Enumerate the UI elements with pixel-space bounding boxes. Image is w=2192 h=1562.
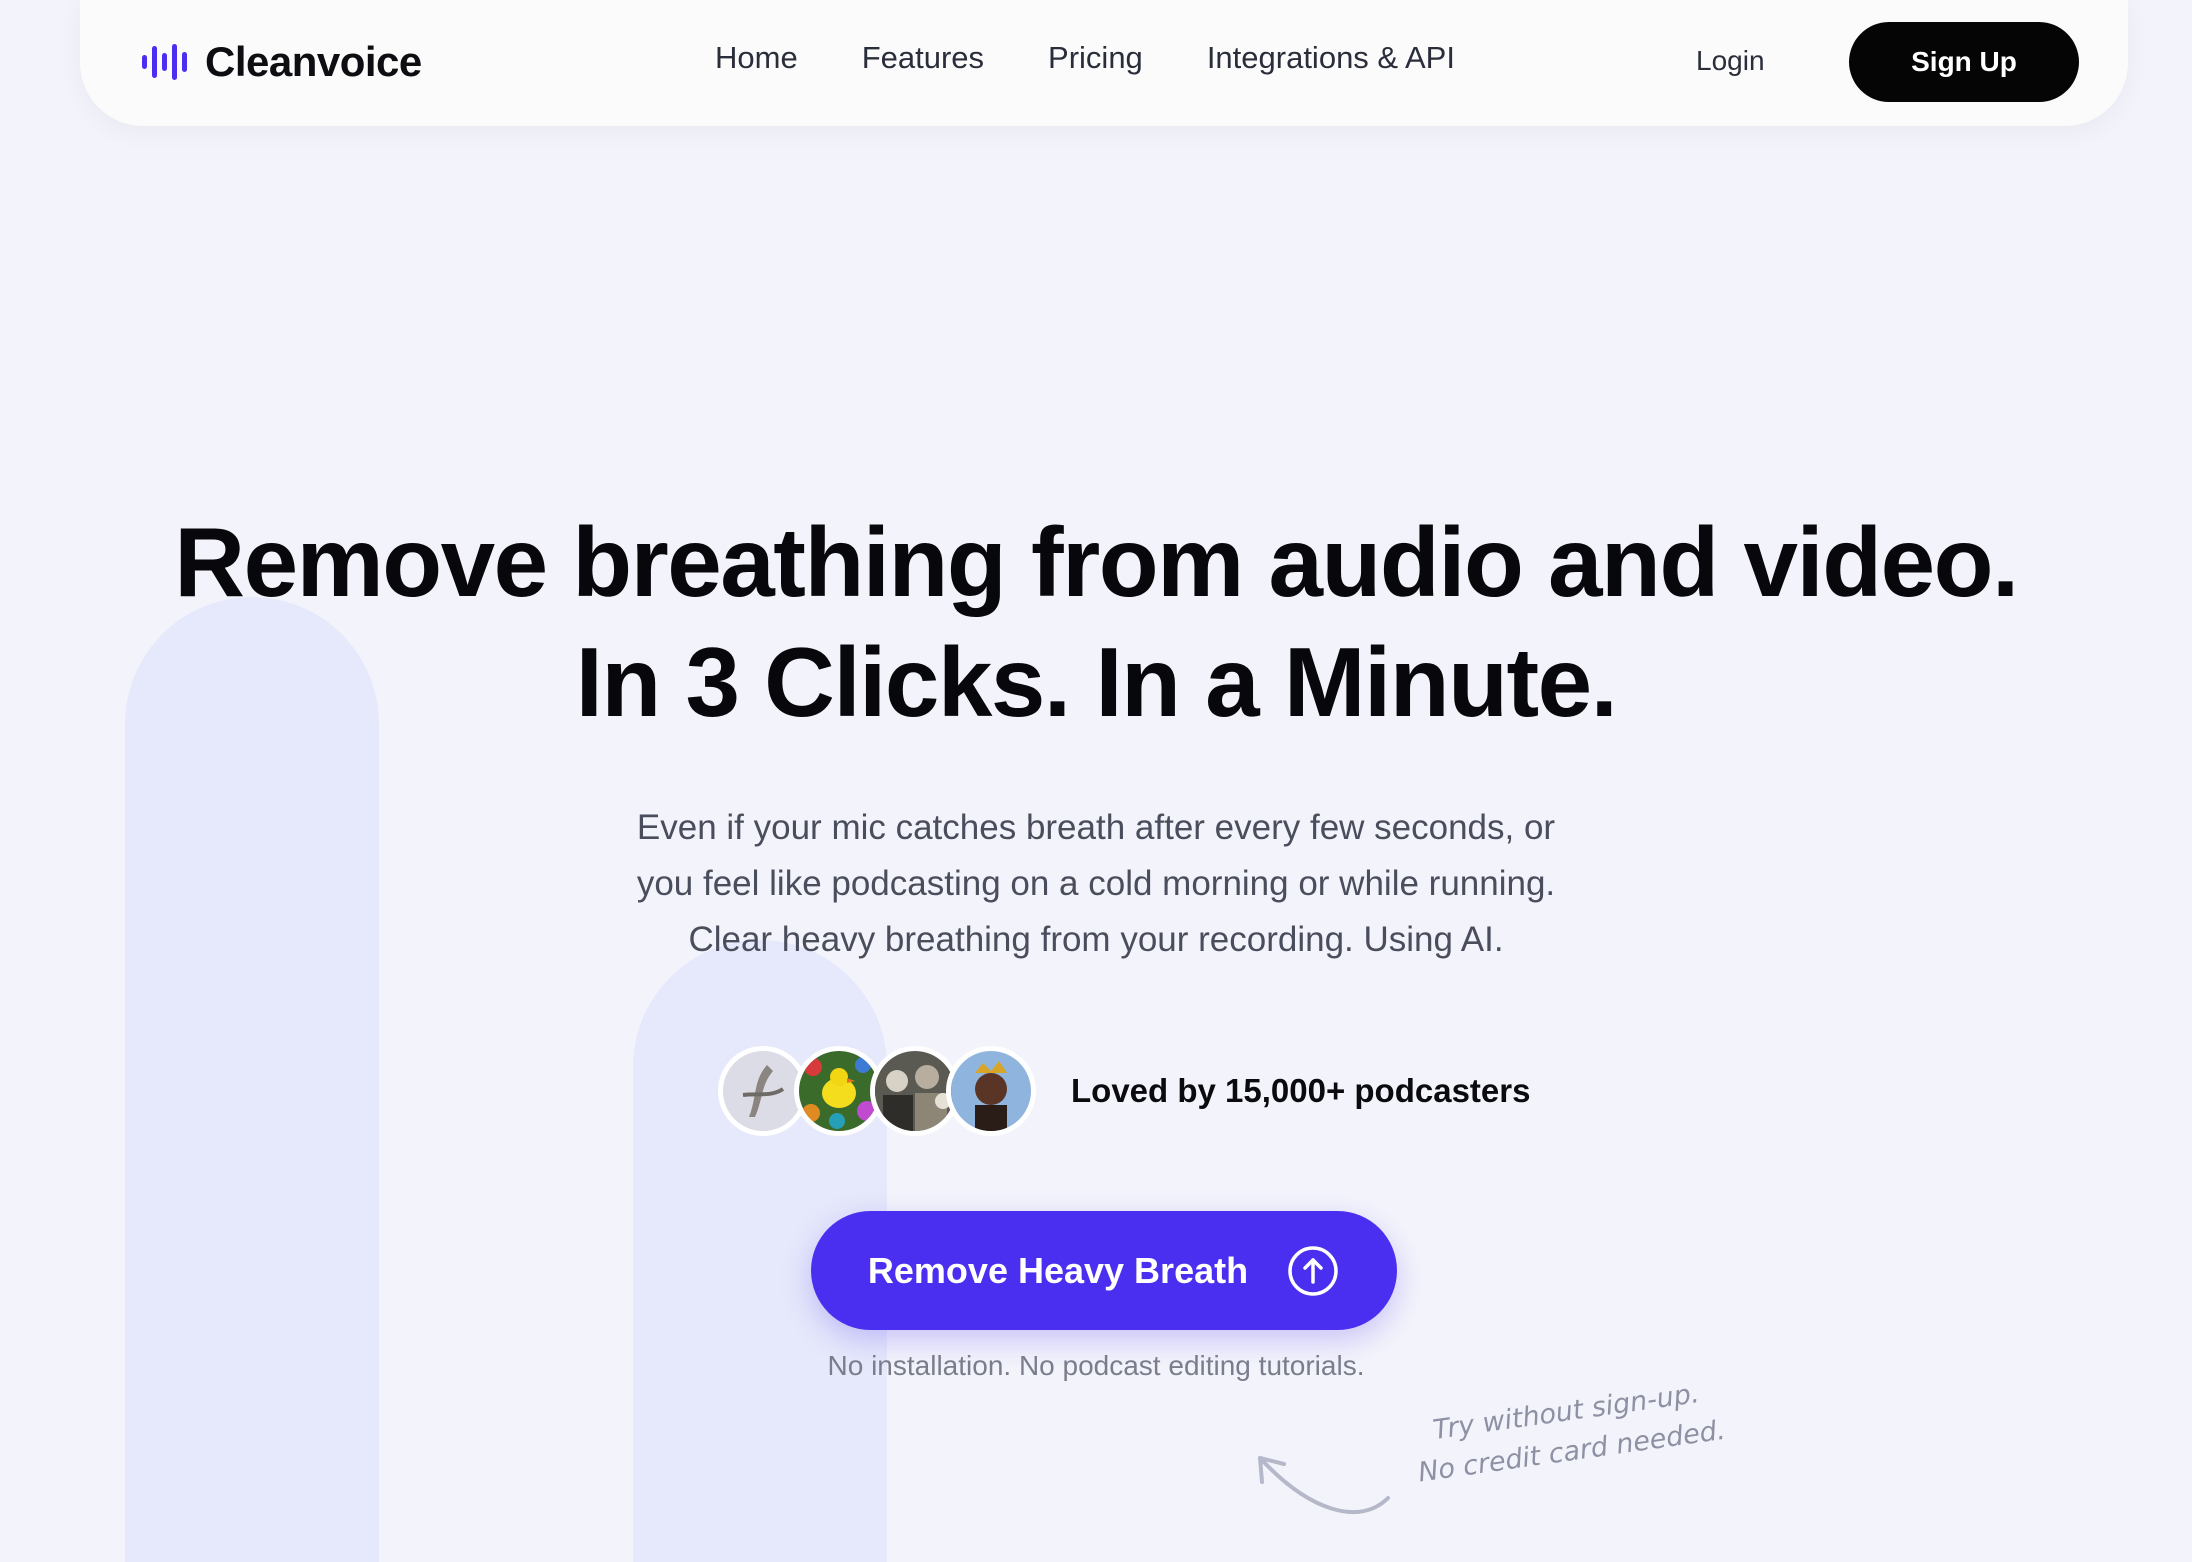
headline-line-2: In 3 Clicks. In a Minute. — [575, 627, 1618, 737]
cta-label: Remove Heavy Breath — [867, 1249, 1249, 1291]
remove-heavy-breath-button[interactable]: Remove Heavy Breath — [811, 1211, 1397, 1330]
subtext-line-2: you feel like podcasting on a cold morni… — [636, 864, 1556, 903]
nav-integrations-api[interactable]: Integrations & API — [1207, 40, 1455, 76]
logo-text: Cleanvoice — [205, 38, 422, 85]
social-proof-text: Loved by 15,000+ podcasters — [1071, 1072, 1531, 1109]
try-without-signup-note: Try without sign-up. No credit card need… — [1405, 1370, 1733, 1494]
avatar-person — [946, 1046, 1036, 1136]
social-proof: Loved by 15,000+ podcasters — [718, 1046, 1530, 1136]
main-nav: Home Features Pricing Integrations & API — [715, 40, 1519, 76]
upload-arrow-icon — [1288, 1245, 1338, 1296]
nav-features[interactable]: Features — [862, 40, 984, 76]
subtext-line-3: Clear heavy breathing from your recordin… — [688, 920, 1504, 959]
curved-arrow-icon — [1258, 1456, 1390, 1514]
nav-home[interactable]: Home — [715, 40, 798, 76]
hero-subtext: Even if your mic catches breath after ev… — [596, 800, 1596, 968]
nav-pricing[interactable]: Pricing — [1048, 40, 1143, 76]
signup-button[interactable]: Sign Up — [1849, 22, 2079, 102]
cta-note: No installation. No podcast editing tuto… — [827, 1350, 1365, 1381]
landing-page: Cleanvoice Home Features Pricing Integra… — [0, 0, 2192, 1562]
soundwave-logo-icon — [142, 44, 187, 80]
avatar-stack — [718, 1046, 1036, 1136]
hero-headline: Remove breathing from audio and video. I… — [0, 502, 2192, 742]
subtext-line-1: Even if your mic catches breath after ev… — [636, 808, 1556, 847]
logo[interactable]: Cleanvoice — [140, 38, 422, 86]
headline-line-1: Remove breathing from audio and video. — [174, 507, 2019, 617]
login-link[interactable]: Login — [1696, 45, 1765, 77]
navbar: Cleanvoice Home Features Pricing Integra… — [80, 0, 2128, 126]
